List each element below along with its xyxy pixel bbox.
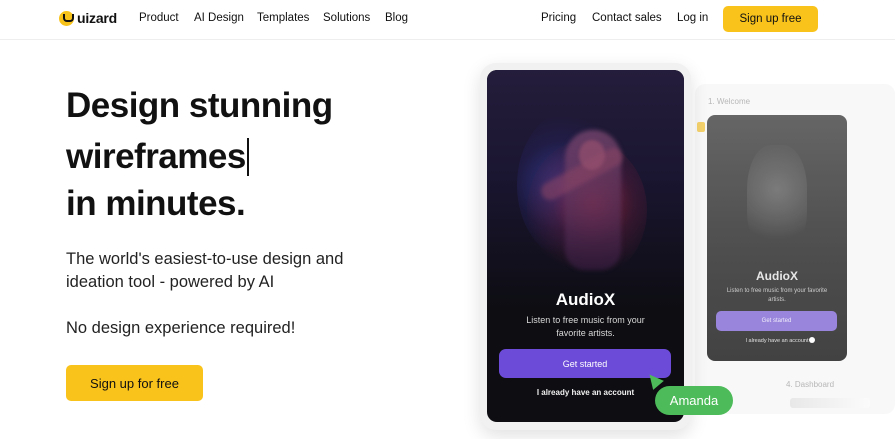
get-started-button[interactable]: Get started [499,349,671,378]
secondary-get-started-button: Get started [716,311,837,331]
logo-text: uizard [77,10,118,26]
hero-subtitle-line2: ideation tool - powered by AI [66,273,275,291]
hero-subtitle-line1: The world's easiest-to-use design and [66,250,344,268]
secondary-placeholder-bar [790,398,870,408]
have-account-link[interactable]: I already have an account [487,388,684,397]
nav-log-in[interactable]: Log in [677,12,708,24]
secondary-phone-screen: AudioX Listen to free music from your fa… [707,115,847,361]
top-nav: uizard Product AI Design Templates Solut… [0,0,895,40]
app-subtitle: Listen to free music from your favorite … [526,315,645,338]
hero-title-line1: Design stunning [66,86,333,125]
nav-blog[interactable]: Blog [385,12,408,24]
nav-solutions[interactable]: Solutions [323,12,370,24]
yellow-tab-icon [697,122,705,132]
step-label-welcome: 1. Welcome [708,97,751,106]
hero-artwork [487,70,684,310]
app-title: AudioX [555,290,616,309]
nav-contact-sales[interactable]: Contact sales [592,12,662,24]
signup-nav-button[interactable]: Sign up free [723,6,818,32]
nav-pricing[interactable]: Pricing [541,12,576,24]
hero-title-line3: in minutes. [66,184,246,223]
collaborator-cursor-label: Amanda [655,386,733,415]
hero-title-typed-word: wireframes [66,137,246,176]
typing-caret [246,138,249,176]
secondary-app-title: AudioX [756,269,798,283]
art-head [579,140,605,170]
nav-product[interactable]: Product [139,12,179,24]
nav-templates[interactable]: Templates [257,12,309,24]
secondary-cursor-dot [809,337,815,343]
logo[interactable]: uizard [59,10,117,26]
secondary-art [747,145,807,255]
logo-icon [59,10,74,26]
secondary-account-link: I already have an account [745,338,809,344]
secondary-app-subtitle: Listen to free music from your favorite … [726,288,828,303]
signup-hero-button[interactable]: Sign up for free [66,365,203,401]
hero-note: No design experience required! [66,319,296,337]
nav-ai-design[interactable]: AI Design [194,12,244,24]
step-label-dashboard: 4. Dashboard [786,380,835,389]
hero-title-line2: wireframes [66,137,249,177]
